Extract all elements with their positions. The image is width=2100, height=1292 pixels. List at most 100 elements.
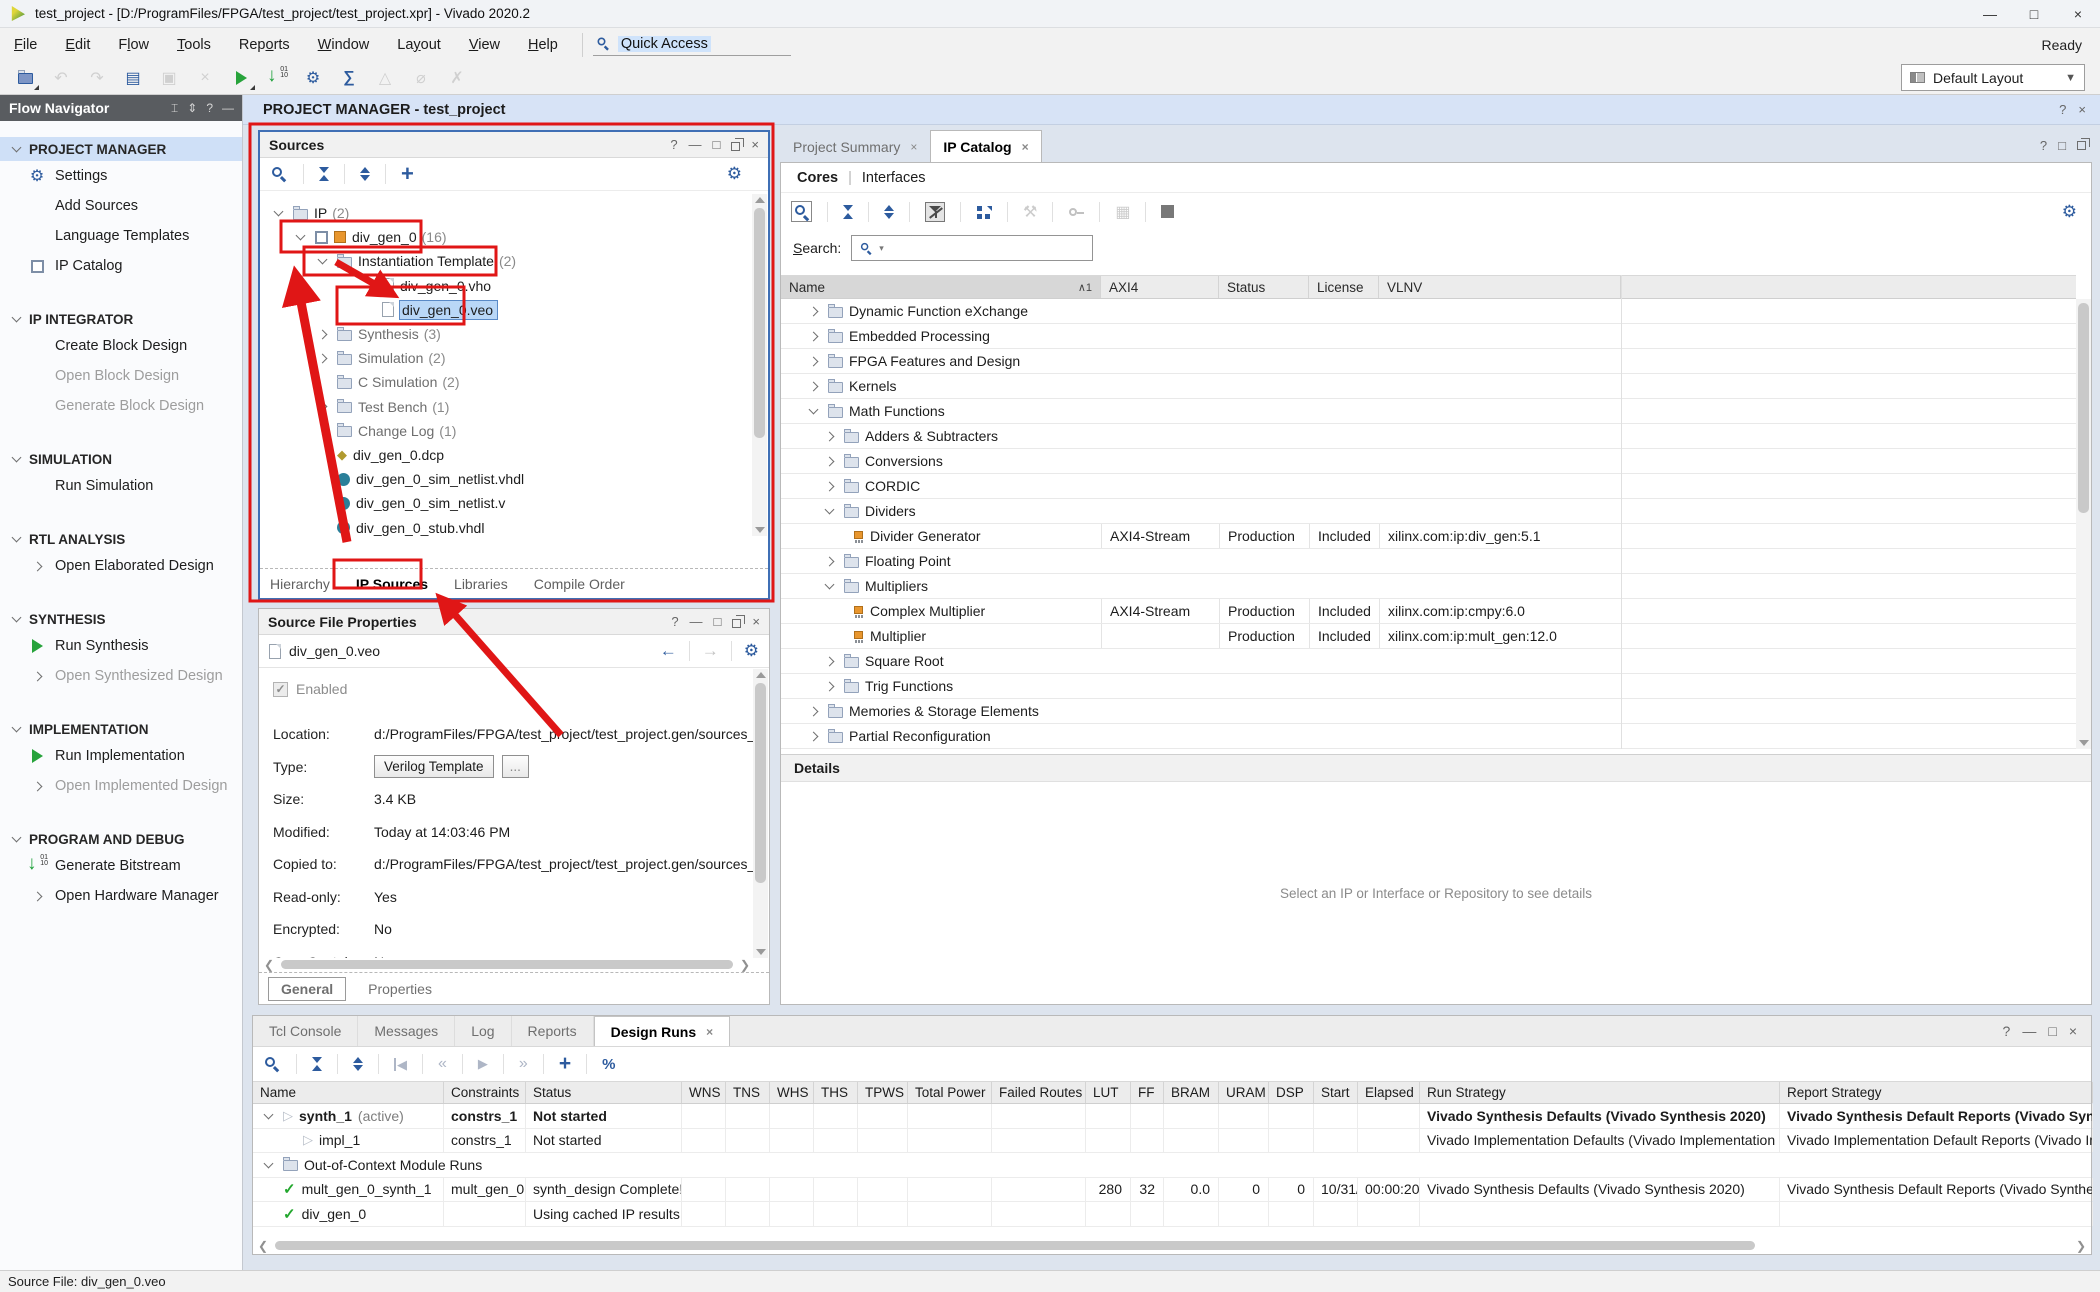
catalog-row-divider-generator[interactable]: Divider GeneratorAXI4-StreamProductionIn… (781, 524, 2076, 549)
generate-bitstream-icon[interactable]: ↓0110 (266, 67, 288, 89)
tab-messages[interactable]: Messages (358, 1016, 455, 1046)
run-row-div-gen-0[interactable]: ✓div_gen_0Using cached IP results (253, 1202, 2091, 1227)
quick-access-search[interactable]: Quick Access (593, 33, 791, 56)
catalog-row-partial-reconfiguration[interactable]: Partial Reconfiguration (781, 724, 2076, 749)
ip-status-icon[interactable] (1161, 205, 1174, 218)
file-type-button[interactable]: Verilog Template (374, 755, 494, 778)
column-header-tns[interactable]: TNS (726, 1082, 770, 1103)
settings-gear-icon[interactable]: ⚙ (2062, 202, 2077, 222)
tree-item-div-gen-0-vho[interactable]: div_gen_0.vho (262, 274, 752, 298)
catalog-row-trig-functions[interactable]: Trig Functions (781, 674, 2076, 699)
column-header-elapsed[interactable]: Elapsed (1358, 1082, 1420, 1103)
tree-item-div-gen-0-stub-vhdl[interactable]: div_gen_0_stub.vhdl (262, 515, 752, 536)
layout-selector[interactable]: Default Layout ▼ (1901, 64, 2085, 91)
tree-item-instantiation-template[interactable]: Instantiation Template(2) (262, 249, 752, 273)
menu-edit[interactable]: Edit (51, 37, 104, 53)
menu-window[interactable]: Window (304, 37, 384, 53)
file-type-more-button[interactable]: ... (502, 755, 529, 778)
tab-tcl-console[interactable]: Tcl Console (253, 1016, 358, 1046)
collapse-all-icon[interactable] (319, 167, 329, 181)
sidebar-item-run-simulation[interactable]: Run Simulation (0, 471, 242, 501)
sidebar-item-generate-block-design[interactable]: Generate Block Design (0, 391, 242, 421)
run-icon[interactable] (230, 67, 252, 89)
column-header-status[interactable]: Status (1219, 276, 1309, 298)
column-header-wns[interactable]: WNS (682, 1082, 726, 1103)
sidebar-section-synthesis[interactable]: SYNTHESIS (0, 607, 242, 631)
catalog-row-conversions[interactable]: Conversions (781, 449, 2076, 474)
tree-item-simulation[interactable]: Simulation(2) (262, 346, 752, 370)
percent-utilization-icon[interactable]: % (602, 1056, 615, 1073)
tab-ip-sources[interactable]: IP Sources (356, 576, 428, 592)
catalog-scrollbar[interactable] (2076, 299, 2091, 749)
catalog-row-embedded-processing[interactable]: Embedded Processing (781, 324, 2076, 349)
catalog-row-fpga-features-and-design[interactable]: FPGA Features and Design (781, 349, 2076, 374)
catalog-row-math-functions[interactable]: Math Functions (781, 399, 2076, 424)
sidebar-item-add-sources[interactable]: Add Sources (0, 191, 242, 221)
step-forward-icon[interactable]: » (519, 1055, 528, 1073)
tree-item-ip[interactable]: IP(2) (262, 201, 752, 225)
group-by-hierarchy-icon[interactable] (976, 204, 992, 220)
settings-gear-icon[interactable]: ⚙ (727, 164, 742, 184)
help-panel-icon[interactable]: ? (670, 137, 677, 152)
search-icon[interactable] (271, 166, 288, 183)
subtab-cores[interactable]: Cores (797, 170, 838, 186)
sidebar-item-open-hardware-manager[interactable]: Open Hardware Manager (0, 881, 242, 911)
float-panel-icon[interactable] (2077, 141, 2086, 150)
first-run-icon[interactable]: ◀ (394, 1058, 407, 1071)
search-icon[interactable] (791, 201, 812, 222)
run-row-synth-1[interactable]: ▷synth_1(active)constrs_1Not startedViva… (253, 1104, 2091, 1129)
maximize-panel-icon[interactable]: □ (714, 614, 722, 629)
timing-icon[interactable]: △ (374, 67, 396, 89)
close-tab-icon[interactable]: × (910, 140, 917, 154)
close-panel-icon[interactable]: × (2069, 1023, 2077, 1039)
sidebar-section-rtl-analysis[interactable]: RTL ANALYSIS (0, 527, 242, 551)
minimize-panel-icon[interactable]: — (222, 101, 234, 116)
tab-hierarchy[interactable]: Hierarchy (270, 576, 330, 592)
tree-item-div-gen-0-veo[interactable]: div_gen_0.veo (262, 298, 752, 322)
menu-layout[interactable]: Layout (383, 37, 455, 53)
help-icon[interactable]: ? (2040, 138, 2047, 153)
column-header-start[interactable]: Start (1314, 1082, 1358, 1103)
redo-icon[interactable]: ↷ (86, 67, 108, 89)
catalog-row-kernels[interactable]: Kernels (781, 374, 2076, 399)
column-header-license[interactable]: License (1309, 276, 1379, 298)
maximize-panel-icon[interactable]: □ (713, 137, 721, 152)
column-header-vlnv[interactable]: VLNV (1379, 276, 1621, 298)
tree-item-change-log[interactable]: Change Log(1) (262, 419, 752, 443)
column-header-report-strategy[interactable]: Report Strategy (1780, 1082, 2093, 1103)
run-row-mult-gen-0-synth-1[interactable]: ✓mult_gen_0_synth_1mult_gen_0synth_desig… (253, 1178, 2091, 1203)
settings-icon[interactable]: ⚙ (302, 67, 324, 89)
forward-icon[interactable]: → (702, 641, 719, 661)
sidebar-item-language-templates[interactable]: Language Templates (0, 221, 242, 251)
enabled-checkbox[interactable]: ✓ (273, 682, 288, 697)
minimize-panel-icon[interactable]: — (690, 614, 703, 629)
catalog-search-input[interactable]: ▾ (851, 235, 1093, 261)
catalog-row-multipliers[interactable]: Multipliers (781, 574, 2076, 599)
ip-settings-icon[interactable]: ▦ (1115, 202, 1130, 222)
sidebar-item-open-elaborated-design[interactable]: Open Elaborated Design (0, 551, 242, 581)
tree-item-div-gen-0-sim-netlist-vhdl[interactable]: div_gen_0_sim_netlist.vhdl (262, 467, 752, 491)
sidebar-section-program-and-debug[interactable]: PROGRAM AND DEBUG (0, 827, 242, 851)
collapse-all-icon[interactable] (312, 1057, 322, 1071)
catalog-row-multiplier[interactable]: MultiplierProductionIncludedxilinx.com:i… (781, 624, 2076, 649)
close-icon[interactable]: × (2078, 102, 2086, 117)
close-panel-icon[interactable]: × (752, 614, 760, 629)
sidebar-item-generate-bitstream[interactable]: ↓0110Generate Bitstream (0, 851, 242, 881)
probe-icon[interactable]: ✗ (446, 67, 468, 89)
tree-item-c-simulation[interactable]: C Simulation(2) (262, 370, 752, 394)
license-key-icon[interactable] (1068, 204, 1084, 220)
sidebar-section-implementation[interactable]: IMPLEMENTATION (0, 717, 242, 741)
customize-ip-icon[interactable]: ⚒ (1023, 202, 1037, 222)
tab-reports[interactable]: Reports (512, 1016, 594, 1046)
highlight-icon[interactable]: ⌀ (410, 67, 432, 89)
expand-collapse-icon[interactable]: ⇕ (187, 101, 197, 116)
column-header-uram[interactable]: URAM (1219, 1082, 1269, 1103)
create-run-icon[interactable]: + (559, 1056, 571, 1072)
column-header-name[interactable]: Name (253, 1082, 444, 1103)
menu-flow[interactable]: Flow (104, 37, 163, 53)
undo-icon[interactable]: ↶ (50, 67, 72, 89)
tab-libraries[interactable]: Libraries (454, 576, 508, 592)
column-header-lut[interactable]: LUT (1086, 1082, 1131, 1103)
catalog-row-dynamic-function-exchange[interactable]: Dynamic Function eXchange (781, 299, 2076, 324)
menu-file[interactable]: File (0, 37, 51, 53)
